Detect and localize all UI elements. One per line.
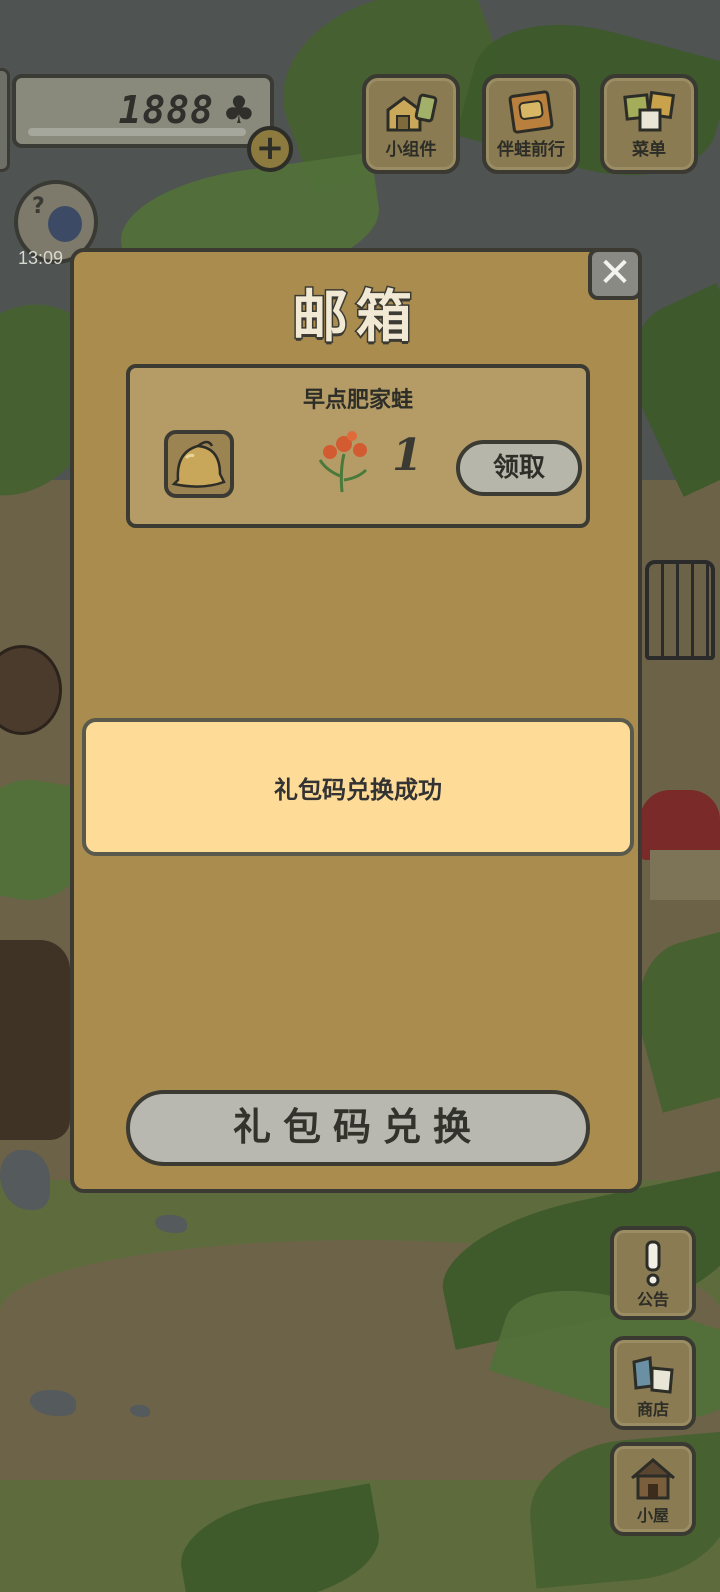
left-edge-tab[interactable]	[0, 68, 10, 172]
shop-label: 商店	[636, 1400, 669, 1419]
house-label: 小屋	[636, 1506, 669, 1525]
menu-button[interactable]: 菜单	[600, 74, 698, 174]
house-icon	[631, 1458, 675, 1500]
dialog-title: 邮箱	[291, 284, 420, 352]
close-button[interactable]: ✕	[588, 248, 642, 300]
travel-button[interactable]: 伴蛙前行	[482, 74, 580, 174]
menu-icon	[623, 90, 676, 132]
clover-counter: 1888 ♣	[12, 74, 274, 148]
add-clover-button[interactable]: +	[247, 126, 293, 172]
mail-sender: 早点肥家蛙	[302, 388, 413, 413]
item-quantity: 1	[392, 430, 423, 481]
tree-stump	[0, 940, 70, 1140]
bell-icon	[164, 430, 234, 498]
notice-label: 公告	[636, 1290, 669, 1309]
question-icon: ?	[32, 194, 45, 219]
cage	[645, 560, 715, 660]
bird-icon	[48, 206, 82, 242]
menu-label: 菜单	[632, 140, 666, 160]
exclamation-icon	[645, 1240, 661, 1287]
notice-button[interactable]: 公告	[610, 1226, 696, 1320]
flower-icon	[318, 431, 368, 493]
avatar-time: 13:09	[18, 248, 64, 268]
widgets-label: 小组件	[385, 140, 437, 160]
mailbox-post	[650, 850, 720, 900]
toast-message: 礼包码兑换成功	[274, 776, 442, 804]
redeem-code-button[interactable]: 礼包码兑换	[126, 1090, 590, 1166]
clover-icon: ♣	[221, 88, 256, 132]
success-toast: 礼包码兑换成功	[82, 718, 634, 856]
shop-button[interactable]: 商店	[610, 1336, 696, 1430]
claim-button[interactable]: 领取	[456, 440, 582, 496]
widgets-icon	[386, 93, 438, 132]
house-button[interactable]: 小屋	[610, 1442, 696, 1536]
mailbox-dialog: 邮箱 早点肥家蛙 1 领取 礼包码兑换成功 礼包码兑换	[70, 248, 642, 1193]
bag-icon	[632, 1356, 674, 1394]
widgets-button[interactable]: 小组件	[362, 74, 460, 174]
clover-bar	[28, 128, 246, 136]
travel-label: 伴蛙前行	[497, 140, 565, 160]
book-icon	[508, 90, 554, 134]
clover-count: 1888	[118, 88, 214, 132]
mail-item: 早点肥家蛙 1 领取	[126, 364, 590, 528]
